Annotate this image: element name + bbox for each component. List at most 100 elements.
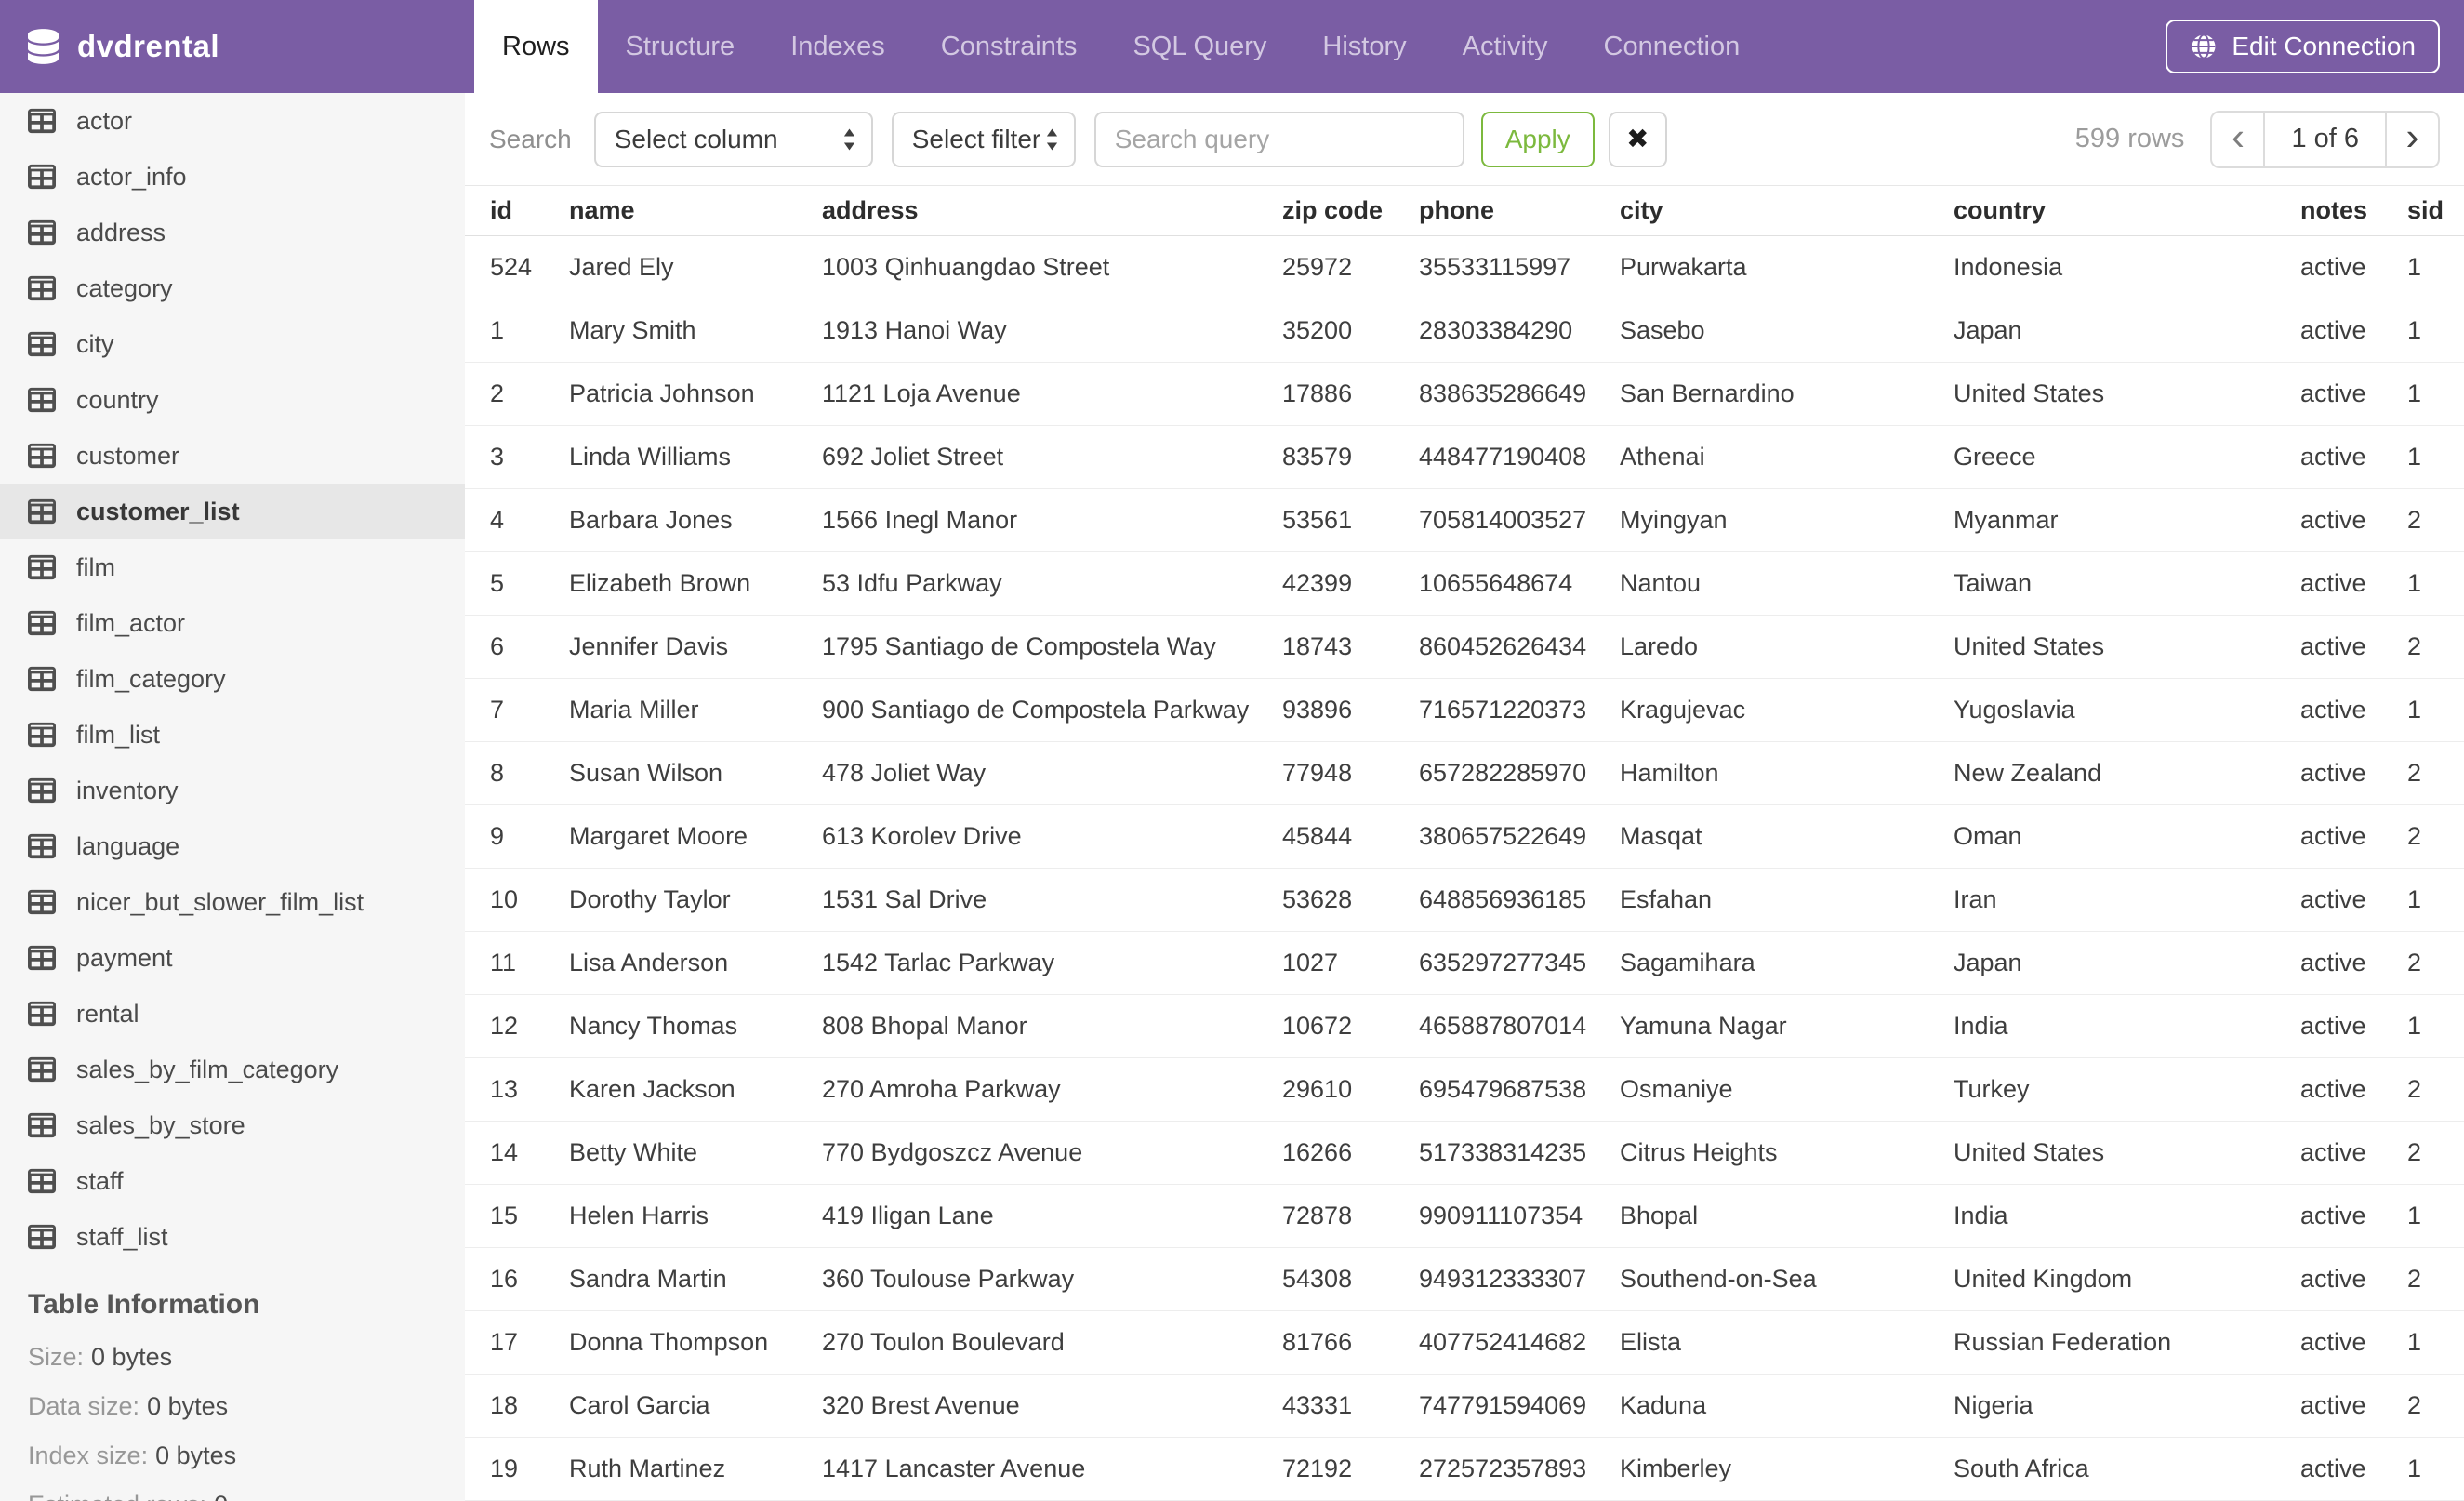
table-icon (28, 275, 56, 301)
table-row[interactable]: 10 Dorothy Taylor 1531 Sal Drive 53628 64885… (465, 868, 2464, 932)
table-cell: Greece (1954, 425, 2300, 489)
filter-select[interactable]: Select filter (891, 111, 1076, 167)
table-cell: Lisa Anderson (569, 931, 822, 995)
table-cell: 13 (465, 1057, 569, 1122)
clear-filter-button[interactable]: ✖ (1608, 111, 1667, 167)
table-cell: active (2300, 235, 2407, 299)
table-icon (28, 1168, 56, 1194)
table-row[interactable]: 3 Linda Williams 692 Joliet Street 83579 448… (465, 425, 2464, 489)
sidebar-item-film[interactable]: film (0, 539, 465, 595)
tab-rows[interactable]: Rows (474, 0, 598, 93)
column-header-address[interactable]: address (822, 185, 1282, 236)
sidebar-item-staff-list[interactable]: staff_list (0, 1209, 465, 1265)
table-cell: 1 (2407, 868, 2464, 932)
prev-page-button[interactable]: ‹ (2212, 112, 2266, 166)
table-icon (28, 666, 56, 692)
tab-history[interactable]: History (1294, 0, 1434, 93)
apply-button[interactable]: Apply (1480, 111, 1595, 167)
sidebar-item-actor-info[interactable]: actor_info (0, 149, 465, 205)
sidebar-item-label: sales_by_film_category (76, 1055, 339, 1083)
sidebar-item-payment[interactable]: payment (0, 930, 465, 986)
tab-structure[interactable]: Structure (598, 0, 763, 93)
table-cell: 17886 (1282, 362, 1419, 426)
column-select[interactable]: Select column (593, 111, 873, 167)
database-icon (28, 29, 59, 64)
next-page-button[interactable]: › (2385, 112, 2438, 166)
sidebar-item-category[interactable]: category (0, 260, 465, 316)
table-cell: 43331 (1282, 1374, 1419, 1438)
table-row[interactable]: 5 Elizabeth Brown 53 Idfu Parkway 42399 1065… (465, 551, 2464, 616)
sidebar-item-nicer-but-slower-film-list[interactable]: nicer_but_slower_film_list (0, 874, 465, 930)
sidebar-item-film-category[interactable]: film_category (0, 651, 465, 707)
sidebar-item-sales-by-film-category[interactable]: sales_by_film_category (0, 1042, 465, 1097)
sidebar-item-country[interactable]: country (0, 372, 465, 428)
table-cell: active (2300, 1184, 2407, 1248)
sidebar-item-customer[interactable]: customer (0, 428, 465, 484)
column-header-notes[interactable]: notes (2300, 185, 2407, 236)
table-row[interactable]: 19 Ruth Martinez 1417 Lancaster Avenue 7219… (465, 1437, 2464, 1501)
table-cell: United States (1954, 1121, 2300, 1185)
table-row[interactable]: 7 Maria Miller 900 Santiago de Compostela … (465, 678, 2464, 742)
column-header-name[interactable]: name (569, 185, 822, 236)
table-cell: 695479687538 (1419, 1057, 1620, 1122)
table-row[interactable]: 16 Sandra Martin 360 Toulouse Parkway 54308… (465, 1247, 2464, 1311)
edit-connection-button[interactable]: Edit Connection (2166, 20, 2440, 73)
table-row[interactable]: 524 Jared Ely 1003 Qinhuangdao Street 25972… (465, 235, 2464, 299)
sidebar-item-address[interactable]: address (0, 205, 465, 260)
sidebar-item-customer-list[interactable]: customer_list (0, 484, 465, 539)
table-info-row: Index size: 0 bytes (28, 1441, 437, 1470)
table-cell: Esfahan (1620, 868, 1954, 932)
column-header-id[interactable]: id (465, 185, 569, 236)
table-cell: 478 Joliet Way (822, 741, 1282, 805)
table-row[interactable]: 4 Barbara Jones 1566 Inegl Manor 53561 70581… (465, 488, 2464, 552)
tab-activity[interactable]: Activity (1435, 0, 1576, 93)
column-header-country[interactable]: country (1954, 185, 2300, 236)
sidebar-item-actor[interactable]: actor (0, 93, 465, 149)
table-row[interactable]: 11 Lisa Anderson 1542 Tarlac Parkway 1027 63… (465, 931, 2464, 995)
table-row[interactable]: 14 Betty White 770 Bydgoszcz Avenue 16266 51… (465, 1121, 2464, 1185)
tab-indexes[interactable]: Indexes (762, 0, 913, 93)
table-cell: 83579 (1282, 425, 1419, 489)
table-row[interactable]: 13 Karen Jackson 270 Amroha Parkway 29610 69… (465, 1057, 2464, 1122)
table-row[interactable]: 2 Patricia Johnson 1121 Loja Avenue 17886 83… (465, 362, 2464, 426)
table-cell: 54308 (1282, 1247, 1419, 1311)
table-row[interactable]: 8 Susan Wilson 478 Joliet Way 77948 65728228… (465, 741, 2464, 805)
table-row[interactable]: 9 Margaret Moore 613 Korolev Drive 45844 380… (465, 804, 2464, 869)
table-cell: Purwakarta (1620, 235, 1954, 299)
sidebar-item-label: rental (76, 999, 139, 1028)
sidebar-item-film-list[interactable]: film_list (0, 707, 465, 763)
info-value: 0 bytes (155, 1441, 237, 1469)
table-row[interactable]: 17 Donna Thompson 270 Toulon Boulevard 8176… (465, 1310, 2464, 1375)
tab-sql-query[interactable]: SQL Query (1105, 0, 1294, 93)
table-cell: 4 (465, 488, 569, 552)
table-cell: 77948 (1282, 741, 1419, 805)
table-cell: 949312333307 (1419, 1247, 1620, 1311)
column-header-phone[interactable]: phone (1419, 185, 1620, 236)
sidebar-item-rental[interactable]: rental (0, 986, 465, 1042)
sidebar-item-label: film_actor (76, 608, 186, 637)
column-header-zip-code[interactable]: zip code (1282, 185, 1419, 236)
tab-connection[interactable]: Connection (1576, 0, 1769, 93)
sidebar-item-sales-by-store[interactable]: sales_by_store (0, 1097, 465, 1153)
table-row[interactable]: 12 Nancy Thomas 808 Bhopal Manor 10672 46588… (465, 994, 2464, 1058)
sidebar-item-city[interactable]: city (0, 316, 465, 372)
column-header-sid[interactable]: sid (2407, 185, 2464, 236)
column-header-city[interactable]: city (1620, 185, 1954, 236)
table-cell: United States (1954, 615, 2300, 679)
search-query-input[interactable] (1093, 111, 1464, 167)
sidebar-item-film-actor[interactable]: film_actor (0, 595, 465, 651)
tab-constraints[interactable]: Constraints (913, 0, 1106, 93)
table-cell: 320 Brest Avenue (822, 1374, 1282, 1438)
table-cell: active (2300, 551, 2407, 616)
sidebar-item-staff[interactable]: staff (0, 1153, 465, 1209)
table-row[interactable]: 18 Carol Garcia 320 Brest Avenue 43331 74779… (465, 1374, 2464, 1438)
table-row[interactable]: 15 Helen Harris 419 Iligan Lane 72878 990911… (465, 1184, 2464, 1248)
sidebar-item-language[interactable]: language (0, 818, 465, 874)
sidebar-item-inventory[interactable]: inventory (0, 763, 465, 818)
table-cell: 1531 Sal Drive (822, 868, 1282, 932)
select-caret-icon (1046, 128, 1057, 150)
table-cell: Athenai (1620, 425, 1954, 489)
table-row[interactable]: 1 Mary Smith 1913 Hanoi Way 35200 2830338429… (465, 299, 2464, 363)
table-row[interactable]: 6 Jennifer Davis 1795 Santiago de Composte… (465, 615, 2464, 679)
table-cell: 705814003527 (1419, 488, 1620, 552)
